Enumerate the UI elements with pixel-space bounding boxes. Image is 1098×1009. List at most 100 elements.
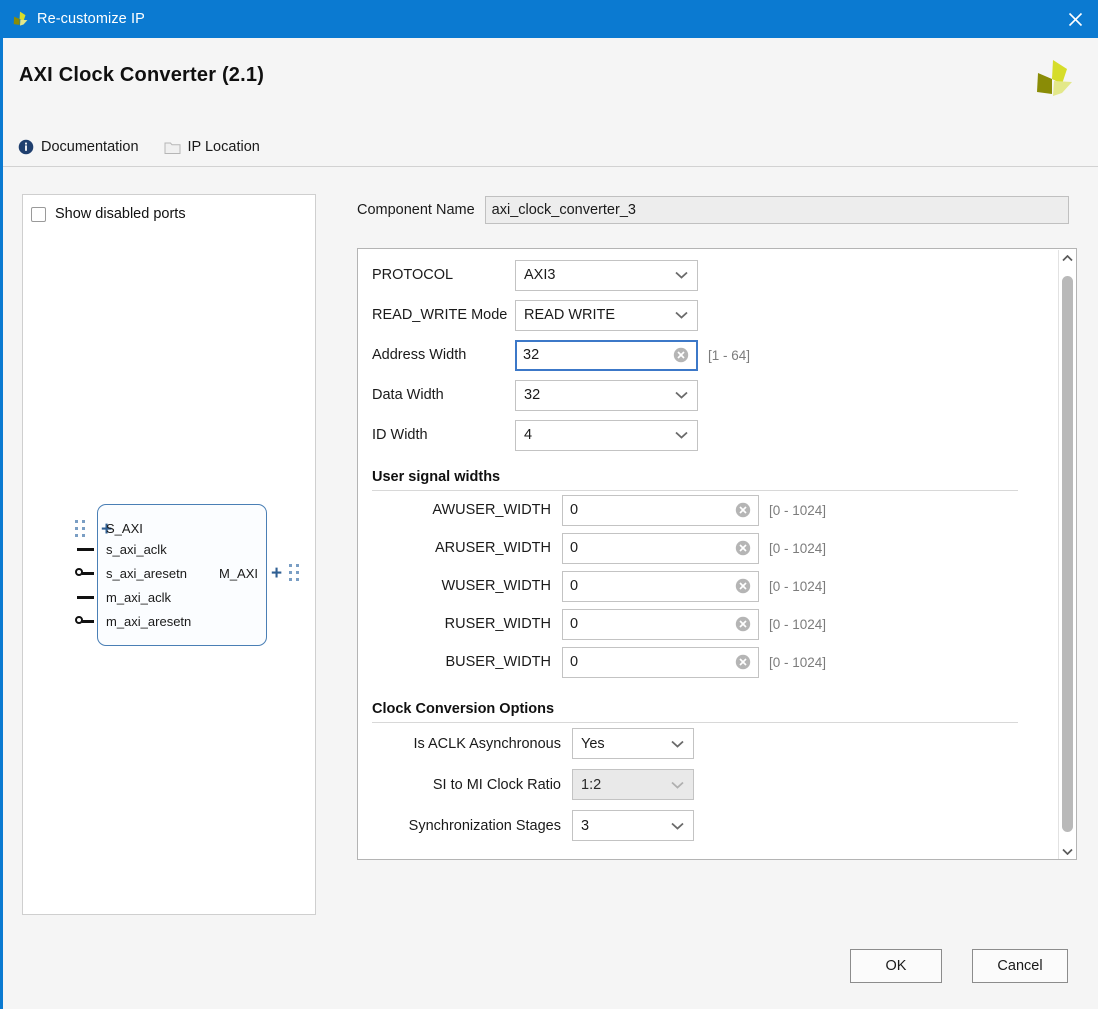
clear-awuser-width-icon[interactable] [735, 502, 751, 518]
ip-location-link[interactable]: IP Location [164, 139, 260, 155]
chevron-down-icon [675, 311, 688, 319]
xilinx-logo-icon [13, 11, 28, 26]
show-disabled-ports-checkbox[interactable]: Show disabled ports [31, 206, 186, 222]
clear-ruser-width-icon[interactable] [735, 616, 751, 632]
clear-buser-width-icon[interactable] [735, 654, 751, 670]
field-row-awuser-width: AWUSER_WIDTH 0 [0 - 1024] [358, 491, 1058, 529]
aruser-width-value: 0 [570, 540, 579, 556]
clock-conversion-options-title: Clock Conversion Options [372, 701, 555, 717]
ruser-width-input[interactable]: 0 [562, 608, 759, 640]
config-scrollbar[interactable] [1058, 250, 1075, 859]
chevron-down-icon [671, 822, 684, 830]
scroll-up-icon[interactable] [1059, 250, 1075, 267]
chevron-down-icon [671, 781, 684, 789]
user-signal-widths-title: User signal widths [372, 469, 501, 485]
reset-connector-icon [82, 572, 94, 575]
expand-m-axi-icon[interactable]: + [271, 564, 282, 583]
address-width-input[interactable]: 32 [515, 339, 698, 371]
data-width-select[interactable]: 32 [515, 379, 698, 411]
buser-width-value: 0 [570, 654, 579, 670]
config-scroll-viewport: PROTOCOL AXI3 READ_WRITE Mode READ WRITE [357, 248, 1077, 860]
read-write-mode-label: READ_WRITE Mode [372, 307, 508, 323]
wuser-width-input[interactable]: 0 [562, 570, 759, 602]
protocol-label: PROTOCOL [372, 267, 454, 283]
data-width-label: Data Width [372, 387, 444, 403]
close-icon[interactable] [1052, 0, 1098, 38]
bus-connector-icon [289, 564, 300, 581]
clear-aruser-width-icon[interactable] [735, 540, 751, 556]
ruser-width-value: 0 [570, 616, 579, 632]
awuser-width-input[interactable]: 0 [562, 494, 759, 526]
field-row-address-width: Address Width 32 [1 - 64] [358, 335, 1058, 375]
address-width-value: 32 [523, 347, 540, 363]
wuser-width-value: 0 [570, 578, 579, 594]
buser-width-range: [0 - 1024] [769, 654, 827, 670]
ip-preview-panel: Show disabled ports + S_AXI s_axi_aclk s… [22, 194, 316, 915]
scroll-down-icon[interactable] [1059, 843, 1075, 859]
component-name-label: Component Name [357, 202, 475, 218]
port-label-m-axi: M_AXI [219, 566, 259, 581]
toolbar-divider [3, 166, 1098, 167]
config-area: Component Name axi_clock_converter_3 PRO… [357, 194, 1077, 915]
re-customize-ip-dialog: Re-customize IP AXI Clock Converter (2.1… [0, 0, 1098, 1009]
read-write-mode-value: READ WRITE [524, 307, 616, 323]
buser-width-label: BUSER_WIDTH [445, 654, 551, 670]
is-aclk-asynchronous-label: Is ACLK Asynchronous [413, 735, 562, 752]
awuser-width-label: AWUSER_WIDTH [432, 502, 551, 518]
documentation-label: Documentation [41, 139, 139, 155]
clear-address-width-icon[interactable] [673, 347, 689, 363]
cancel-button[interactable]: Cancel [972, 949, 1068, 983]
chevron-down-icon [675, 391, 688, 399]
field-row-data-width: Data Width 32 [358, 375, 1058, 415]
is-aclk-asynchronous-value: Yes [581, 735, 605, 752]
field-row-si-to-mi-clock-ratio: SI to MI Clock Ratio 1:2 [358, 764, 1058, 805]
section-clock-conversion-options: Clock Conversion Options [358, 681, 1058, 723]
read-write-mode-select[interactable]: READ WRITE [515, 299, 698, 331]
aruser-width-label: ARUSER_WIDTH [434, 540, 551, 556]
aruser-width-input[interactable]: 0 [562, 532, 759, 564]
synchronization-stages-select[interactable]: 3 [572, 810, 694, 841]
chevron-down-icon [671, 740, 684, 748]
chevron-down-icon [675, 271, 688, 279]
ok-button[interactable]: OK [850, 949, 942, 983]
field-row-read-write-mode: READ_WRITE Mode READ WRITE [358, 295, 1058, 335]
is-aclk-asynchronous-select[interactable]: Yes [572, 728, 694, 759]
field-row-ruser-width: RUSER_WIDTH 0 [0 - 1024] [358, 605, 1058, 643]
buser-width-input[interactable]: 0 [562, 646, 759, 678]
ruser-width-label: RUSER_WIDTH [444, 616, 551, 632]
port-label-m-axi-aclk: m_axi_aclk [106, 590, 172, 605]
address-width-label: Address Width [372, 347, 467, 363]
ip-symbol: + S_AXI s_axi_aclk s_axi_aresetn m_axi_a… [75, 500, 299, 650]
field-row-id-width: ID Width 4 [358, 415, 1058, 455]
documentation-link[interactable]: Documentation [18, 139, 139, 155]
section-user-signal-widths: User signal widths [358, 455, 1058, 491]
active-low-bubble-icon [75, 616, 83, 624]
bus-connector-icon [75, 520, 86, 537]
xilinx-logo-icon [1037, 60, 1072, 96]
port-label-s-axi-aclk: s_axi_aclk [106, 542, 167, 557]
info-icon [18, 139, 34, 155]
protocol-value: AXI3 [524, 267, 556, 283]
reset-connector-icon [82, 620, 94, 623]
field-row-buser-width: BUSER_WIDTH 0 [0 - 1024] [358, 643, 1058, 681]
show-disabled-ports-label: Show disabled ports [55, 206, 186, 222]
field-row-is-aclk-asynchronous: Is ACLK Asynchronous Yes [358, 723, 1058, 764]
component-name-input[interactable]: axi_clock_converter_3 [484, 196, 1069, 224]
si-to-mi-clock-ratio-select: 1:2 [572, 769, 694, 800]
window-title: Re-customize IP [37, 11, 145, 27]
id-width-select[interactable]: 4 [515, 419, 698, 451]
clock-connector-icon [77, 548, 94, 551]
field-row-wuser-width: WUSER_WIDTH 0 [0 - 1024] [358, 567, 1058, 605]
port-label-m-axi-aresetn: m_axi_aresetn [106, 614, 192, 629]
clear-wuser-width-icon[interactable] [735, 578, 751, 594]
data-width-value: 32 [524, 387, 541, 403]
port-label-s-axi: S_AXI [106, 521, 143, 536]
config-scroll-content: PROTOCOL AXI3 READ_WRITE Mode READ WRITE [358, 249, 1058, 846]
protocol-select[interactable]: AXI3 [515, 259, 698, 291]
scrollbar-thumb[interactable] [1062, 276, 1073, 832]
window-edge-accent [0, 38, 3, 1009]
awuser-width-value: 0 [570, 502, 579, 518]
id-width-label: ID Width [372, 427, 428, 443]
folder-icon [164, 142, 181, 154]
synchronization-stages-value: 3 [581, 817, 590, 834]
